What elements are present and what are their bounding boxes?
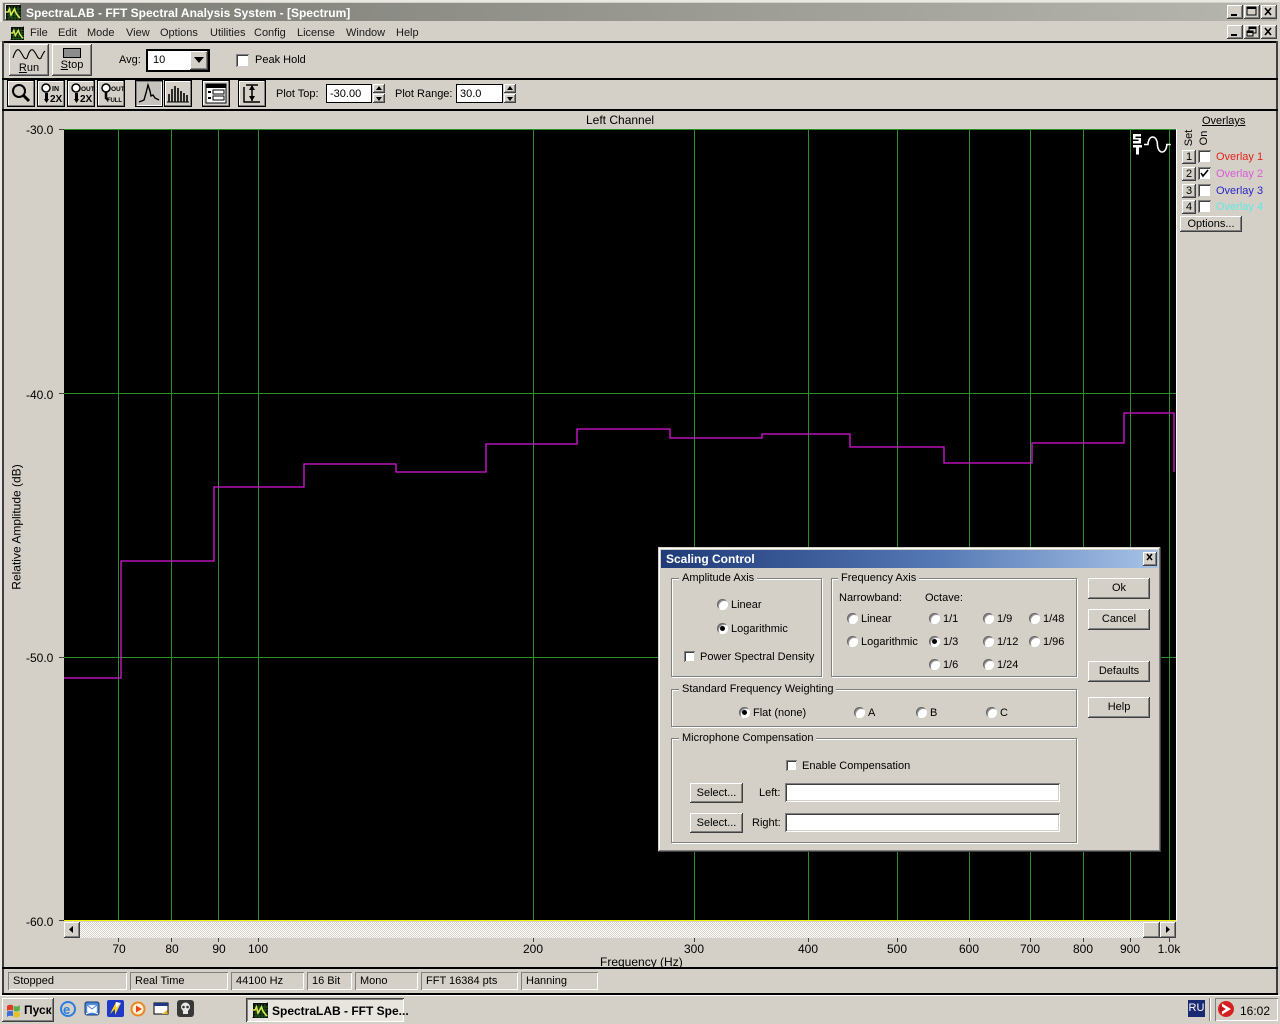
svg-text:2X: 2X <box>50 94 63 105</box>
svg-text:2X: 2X <box>80 94 93 105</box>
svg-text:IN: IN <box>52 86 59 93</box>
svg-text:e: e <box>63 1002 70 1017</box>
svg-text:OUT: OUT <box>81 86 94 93</box>
svg-text:FULL: FULL <box>107 98 122 104</box>
svg-text:OUT: OUT <box>111 86 124 93</box>
